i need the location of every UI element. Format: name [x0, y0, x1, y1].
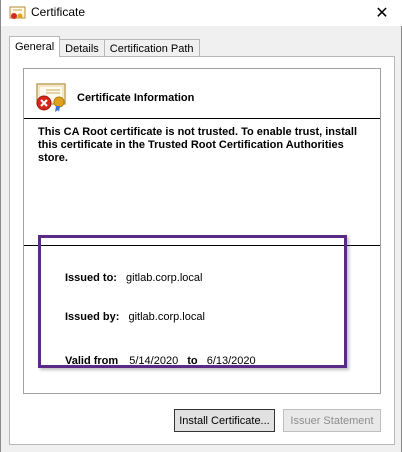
valid-from-value: 5/14/2020	[129, 355, 179, 367]
valid-to-value: 6/13/2020	[206, 355, 256, 367]
divider	[24, 118, 380, 119]
certificate-icon	[9, 6, 26, 19]
issuer-statement-button: Issuer Statement	[283, 409, 381, 432]
valid-from-label: Valid from	[65, 355, 119, 367]
certificate-window: Certificate ✕ General Details Certificat…	[0, 0, 402, 452]
close-button[interactable]: ✕	[362, 0, 402, 26]
issued-to-value: gitlab.corp.local	[126, 272, 203, 284]
issued-by-row: Issued by: gitlab.corp.local	[65, 311, 205, 323]
tab-certification-path[interactable]: Certification Path	[103, 39, 200, 57]
issued-to-label: Issued to:	[65, 272, 117, 284]
general-tab-panel: Certificate Information This CA Root cer…	[9, 56, 395, 445]
tab-strip: General Details Certification Path	[9, 36, 200, 57]
window-title: Certificate	[31, 5, 86, 19]
tab-details[interactable]: Details	[59, 39, 105, 57]
title-bar[interactable]: Certificate ✕	[1, 0, 402, 26]
tab-general[interactable]: General	[9, 36, 61, 57]
validity-row: Valid from 5/14/2020 to 6/13/2020	[65, 355, 256, 367]
issued-by-label: Issued by:	[65, 311, 120, 323]
valid-to-label: to	[187, 355, 198, 367]
issued-by-value: gitlab.corp.local	[128, 311, 205, 323]
divider	[24, 245, 380, 246]
close-icon: ✕	[375, 5, 389, 22]
certificate-info-box: Certificate Information This CA Root cer…	[23, 68, 381, 394]
info-title: Certificate Information	[77, 92, 195, 104]
install-certificate-button[interactable]: Install Certificate...	[174, 409, 275, 432]
certificate-error-icon	[36, 83, 66, 112]
issued-to-row: Issued to: gitlab.corp.local	[65, 272, 202, 284]
trust-warning-text: This CA Root certificate is not trusted.…	[38, 126, 358, 164]
